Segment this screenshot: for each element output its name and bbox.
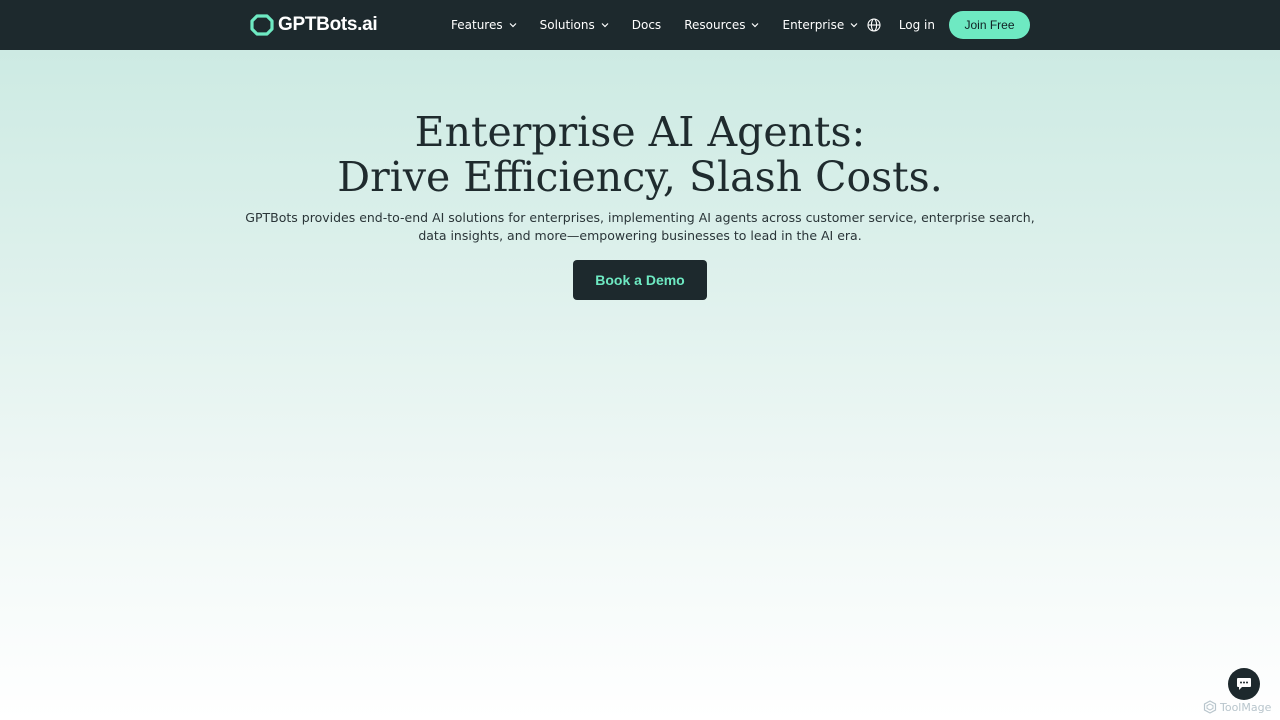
nav-item-label: Solutions bbox=[539, 18, 595, 32]
nav-item-label: Features bbox=[451, 18, 503, 32]
chevron-down-icon bbox=[601, 23, 609, 28]
join-free-button[interactable]: Join Free bbox=[949, 11, 1030, 39]
brand-logo[interactable]: GPTBots.ai bbox=[250, 14, 378, 36]
chat-bubble-icon bbox=[1237, 678, 1251, 690]
watermark: ToolMage bbox=[1203, 700, 1271, 714]
nav-item-label: Resources bbox=[684, 18, 746, 32]
chevron-down-icon bbox=[752, 23, 759, 28]
nav-item-solutions[interactable]: Solutions bbox=[540, 18, 609, 32]
chevron-down-icon bbox=[509, 23, 517, 28]
nav-item-label: Docs bbox=[631, 18, 662, 32]
nav-item-resources[interactable]: Resources bbox=[684, 18, 759, 32]
hero-title-line-1: Enterprise AI Agents: bbox=[414, 108, 866, 156]
hero-title: Enterprise AI Agents: Drive Efficiency, … bbox=[0, 110, 1280, 200]
gptbots-logo-icon bbox=[250, 14, 274, 36]
nav-item-label: Enterprise bbox=[782, 18, 845, 32]
nav-item-docs[interactable]: Docs bbox=[632, 18, 661, 32]
hero-description: GPTBots provides end-to-end AI solutions… bbox=[245, 210, 1035, 243]
hexagon-logo-icon bbox=[1203, 700, 1217, 714]
book-demo-button[interactable]: Book a Demo bbox=[573, 260, 707, 300]
login-link[interactable]: Log in bbox=[899, 18, 935, 32]
watermark-text: ToolMage bbox=[1220, 700, 1272, 714]
hero-title-line-2: Drive Efficiency, Slash Costs. bbox=[337, 153, 943, 201]
top-navbar: GPTBots.ai Features Solutions Docs Resou… bbox=[0, 0, 1280, 50]
nav-item-enterprise[interactable]: Enterprise bbox=[782, 18, 858, 32]
nav-actions: Log in Join Free bbox=[867, 0, 1030, 50]
chevron-down-icon bbox=[850, 23, 858, 28]
main-nav: Features Solutions Docs Resources Enterp… bbox=[451, 0, 881, 50]
nav-item-features[interactable]: Features bbox=[451, 18, 517, 32]
brand-name: GPTBots.ai bbox=[278, 14, 378, 35]
chat-widget-button[interactable] bbox=[1228, 668, 1260, 700]
globe-icon[interactable] bbox=[867, 18, 881, 32]
